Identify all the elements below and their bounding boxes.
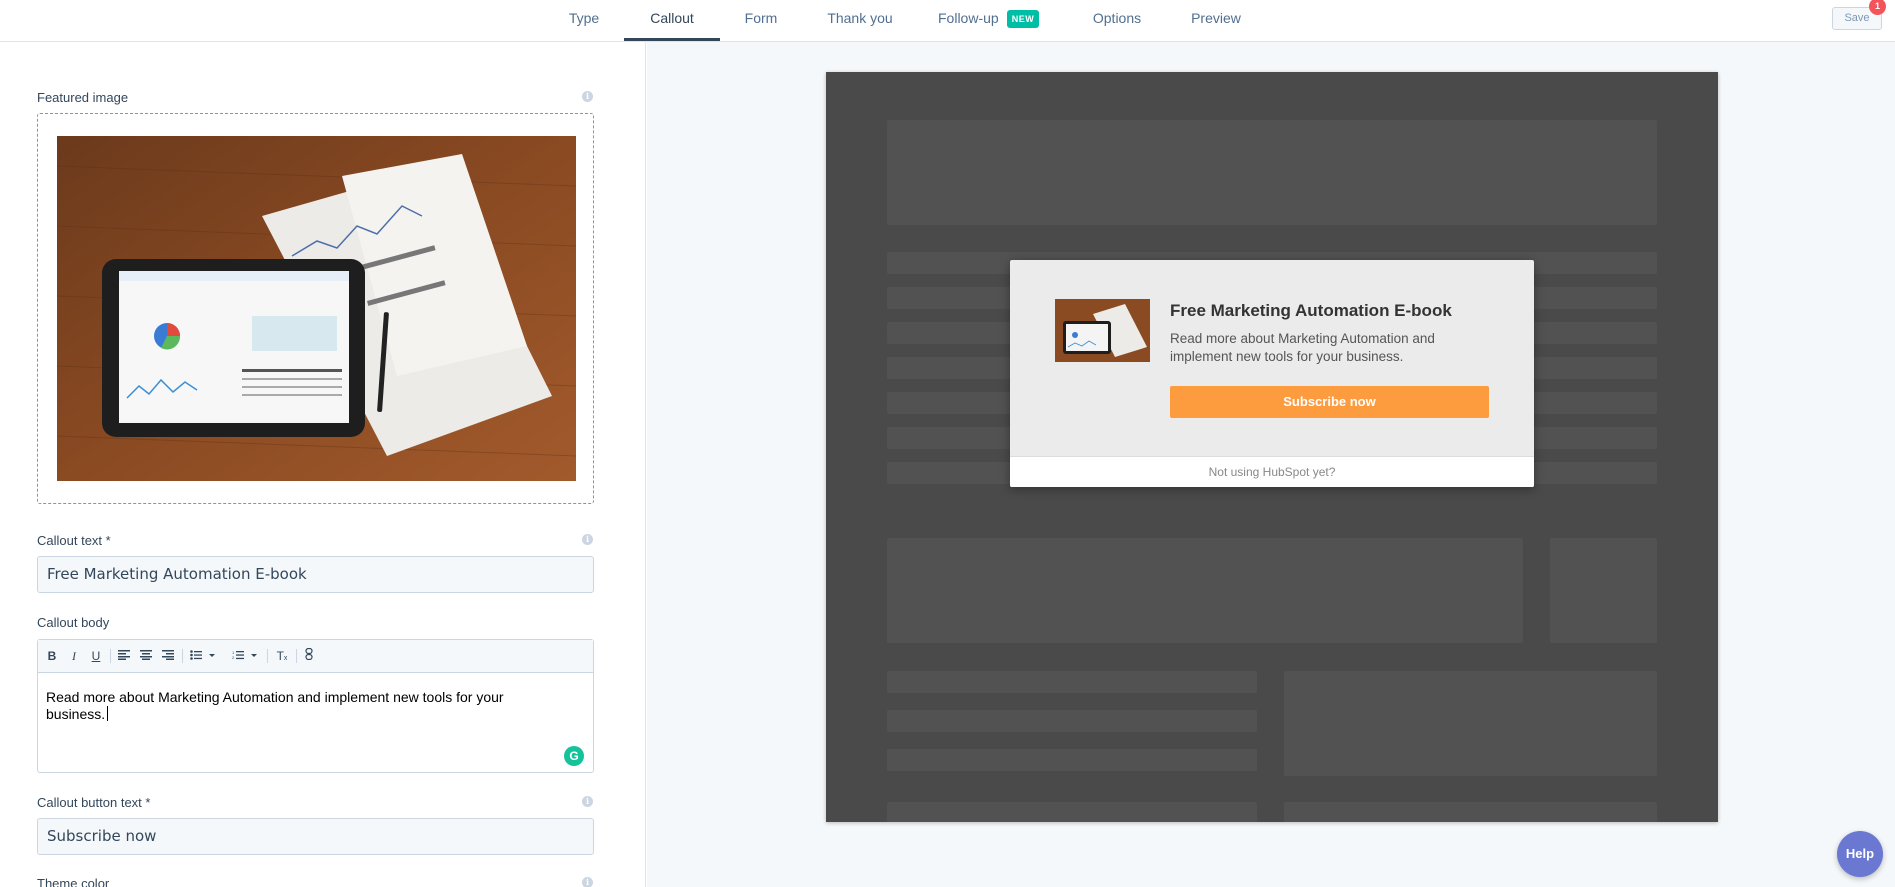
align-left-icon[interactable] bbox=[115, 647, 133, 665]
placeholder-block bbox=[1550, 538, 1657, 643]
toolbar-divider bbox=[110, 649, 111, 663]
callout-preview-card: Free Marketing Automation E-book Read mo… bbox=[1010, 260, 1534, 487]
featured-image-label: Featured image bbox=[37, 90, 129, 105]
callout-button-text-label: Callout button text * bbox=[37, 795, 151, 810]
placeholder-block bbox=[887, 749, 1257, 771]
bold-icon[interactable]: B bbox=[43, 647, 61, 665]
help-button[interactable]: Help bbox=[1837, 831, 1883, 877]
top-navigation: Type Callout Form Thank you Follow-up NEW… bbox=[0, 0, 1895, 42]
info-icon[interactable]: i bbox=[582, 534, 593, 545]
info-icon[interactable]: i bbox=[582, 796, 593, 807]
placeholder-block bbox=[887, 710, 1257, 732]
callout-text-label: Callout text * bbox=[37, 533, 111, 548]
callout-preview-body: Read more about Marketing Automation and… bbox=[1170, 331, 1435, 364]
tablet-on-desk-photo bbox=[57, 136, 576, 481]
callout-body-value: Read more about Marketing Automation and… bbox=[46, 689, 504, 722]
callout-preview-button[interactable]: Subscribe now bbox=[1170, 386, 1489, 418]
tab-type[interactable]: Type bbox=[560, 0, 608, 42]
toolbar-divider bbox=[267, 649, 268, 663]
italic-icon[interactable]: I bbox=[65, 647, 83, 665]
callout-preview-title: Free Marketing Automation E-book bbox=[1170, 301, 1452, 320]
tab-follow-up[interactable]: Follow-up NEW bbox=[938, 0, 1050, 42]
toolbar-divider bbox=[182, 649, 183, 663]
callout-thumbnail bbox=[1055, 299, 1150, 362]
callout-settings-panel: Featured image i Callout text * i Free M… bbox=[0, 42, 646, 887]
callout-text-input[interactable]: Free Marketing Automation E-book bbox=[37, 556, 594, 593]
text-cursor bbox=[107, 706, 109, 721]
thumbnail-photo bbox=[1055, 299, 1150, 362]
tab-options[interactable]: Options bbox=[1085, 0, 1149, 42]
tab-form[interactable]: Form bbox=[738, 0, 784, 42]
link-icon[interactable] bbox=[300, 647, 318, 665]
not-using-hubspot-link[interactable]: Not using HubSpot yet? bbox=[1010, 456, 1534, 487]
rich-text-toolbar: B I U 12 Tx bbox=[38, 640, 593, 673]
new-badge: NEW bbox=[1006, 10, 1040, 28]
numbered-list-icon[interactable]: 12 bbox=[230, 647, 260, 665]
bulleted-list-icon[interactable] bbox=[188, 647, 218, 665]
featured-image bbox=[57, 136, 576, 481]
clear-format-icon[interactable]: Tx bbox=[273, 647, 291, 665]
align-right-icon[interactable] bbox=[159, 647, 177, 665]
toolbar-divider bbox=[296, 649, 297, 663]
featured-image-dropzone[interactable] bbox=[37, 113, 594, 504]
tab-follow-up-label: Follow-up bbox=[938, 10, 999, 26]
placeholder-block bbox=[887, 671, 1257, 693]
align-center-icon[interactable] bbox=[137, 647, 155, 665]
grammarly-icon[interactable]: G bbox=[564, 746, 584, 766]
info-icon[interactable]: i bbox=[582, 91, 593, 102]
active-tab-indicator bbox=[624, 38, 720, 41]
info-icon[interactable]: i bbox=[582, 877, 593, 887]
placeholder-block bbox=[887, 120, 1657, 225]
placeholder-block bbox=[887, 802, 1257, 822]
placeholder-block bbox=[887, 538, 1523, 643]
placeholder-block bbox=[1284, 671, 1657, 776]
placeholder-block bbox=[1284, 802, 1657, 822]
notification-badge: 1 bbox=[1869, 0, 1886, 15]
callout-body-editor[interactable]: B I U 12 Tx Read more about Marketing Au… bbox=[37, 639, 594, 773]
preview-area: Free Marketing Automation E-book Read mo… bbox=[647, 42, 1895, 887]
underline-icon[interactable]: U bbox=[87, 647, 105, 665]
tab-callout[interactable]: Callout bbox=[624, 0, 720, 42]
callout-body-label: Callout body bbox=[37, 615, 110, 630]
svg-text:2: 2 bbox=[232, 655, 235, 660]
theme-color-label: Theme color bbox=[37, 876, 110, 887]
preview-frame: Free Marketing Automation E-book Read mo… bbox=[826, 72, 1718, 822]
callout-button-text-input[interactable]: Subscribe now bbox=[37, 818, 594, 855]
callout-body-text: Read more about Marketing Automation and… bbox=[46, 689, 566, 723]
tab-thank-you[interactable]: Thank you bbox=[819, 0, 901, 42]
tab-preview[interactable]: Preview bbox=[1186, 0, 1246, 42]
